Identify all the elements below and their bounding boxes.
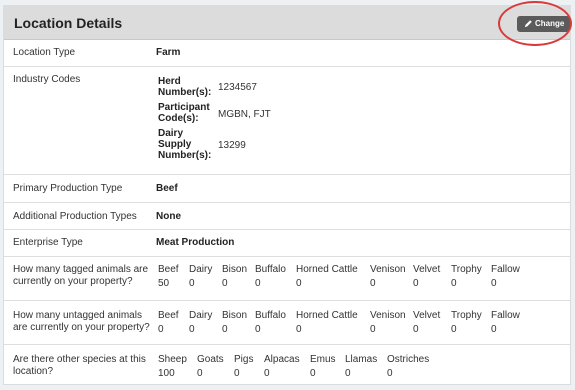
tagged-col-fallow: Fallow 0 <box>491 264 520 289</box>
untagged-col-fallow: Fallow 0 <box>491 310 520 335</box>
herd-number-label: Herd Number(s): <box>158 76 212 98</box>
tagged-col-velvet: Velvet 0 <box>413 264 441 289</box>
location-type-label: Location Type <box>13 47 76 58</box>
species-col-pigs: Pigs 0 <box>234 354 254 379</box>
species-col-ostriches: Ostriches 0 <box>387 354 430 379</box>
species-col-sheep: Sheep 100 <box>158 354 187 379</box>
tagged-animals-label: How many tagged animals are currently on… <box>13 264 149 287</box>
panel-header: Location Details Change <box>4 6 570 40</box>
tagged-col-buffalo: Buffalo 0 <box>255 264 286 289</box>
species-col-emus: Emus 0 <box>310 354 336 379</box>
species-col-llamas: Llamas 0 <box>345 354 378 379</box>
untagged-col-venison: Venison 0 <box>370 310 406 335</box>
untagged-col-buffalo: Buffalo 0 <box>255 310 286 335</box>
page-title: Location Details <box>14 15 123 31</box>
location-type-value: Farm <box>156 47 181 58</box>
row-other-species: Are there other species at this location… <box>4 345 570 385</box>
species-col-alpacas: Alpacas 0 <box>264 354 300 379</box>
untagged-col-bison: Bison 0 <box>222 310 248 335</box>
enterprise-type-label: Enterprise Type <box>13 237 83 248</box>
row-tagged-animals: How many tagged animals are currently on… <box>4 257 570 301</box>
primary-production-value: Beef <box>156 183 178 194</box>
tagged-col-bison: Bison 0 <box>222 264 248 289</box>
tagged-col-horned-cattle: Horned Cattle 0 <box>296 264 358 289</box>
dairy-supply-label: Dairy Supply Number(s): <box>158 128 212 161</box>
tagged-col-beef: Beef 50 <box>158 264 179 289</box>
change-button-label: Change <box>535 19 565 28</box>
untagged-col-beef: Beef 0 <box>158 310 179 335</box>
tagged-col-venison: Venison 0 <box>370 264 406 289</box>
untagged-col-velvet: Velvet 0 <box>413 310 441 335</box>
row-industry-codes: Industry Codes Herd Number(s): 1234567 P… <box>4 67 570 175</box>
row-untagged-animals: How many untagged animals are currently … <box>4 301 570 345</box>
herd-number-value: 1234567 <box>218 82 257 93</box>
row-enterprise-type: Enterprise Type Meat Production <box>4 230 570 257</box>
additional-production-label: Additional Production Types <box>13 211 137 222</box>
tagged-col-trophy: Trophy 0 <box>451 264 482 289</box>
row-primary-production: Primary Production Type Beef <box>4 175 570 203</box>
change-button[interactable]: Change <box>517 16 570 32</box>
participant-code-value: MGBN, FJT <box>218 109 271 120</box>
additional-production-value: None <box>156 211 181 222</box>
untagged-col-trophy: Trophy 0 <box>451 310 482 335</box>
untagged-col-horned-cattle: Horned Cattle 0 <box>296 310 358 335</box>
location-details-panel: Location Details Change Location Type Fa… <box>3 5 571 385</box>
untagged-animals-label: How many untagged animals are currently … <box>13 310 150 333</box>
row-additional-production: Additional Production Types None <box>4 203 570 230</box>
industry-codes-label: Industry Codes <box>13 74 81 85</box>
untagged-col-dairy: Dairy 0 <box>189 310 213 335</box>
row-location-type: Location Type Farm <box>4 40 570 67</box>
primary-production-label: Primary Production Type <box>13 183 123 194</box>
tagged-col-dairy: Dairy 0 <box>189 264 213 289</box>
pencil-icon <box>524 20 532 28</box>
species-col-goats: Goats 0 <box>197 354 224 379</box>
participant-code-label: Participant Code(s): <box>158 102 210 124</box>
enterprise-type-value: Meat Production <box>156 237 235 248</box>
dairy-supply-value: 13299 <box>218 140 246 151</box>
other-species-label: Are there other species at this location… <box>13 354 146 377</box>
